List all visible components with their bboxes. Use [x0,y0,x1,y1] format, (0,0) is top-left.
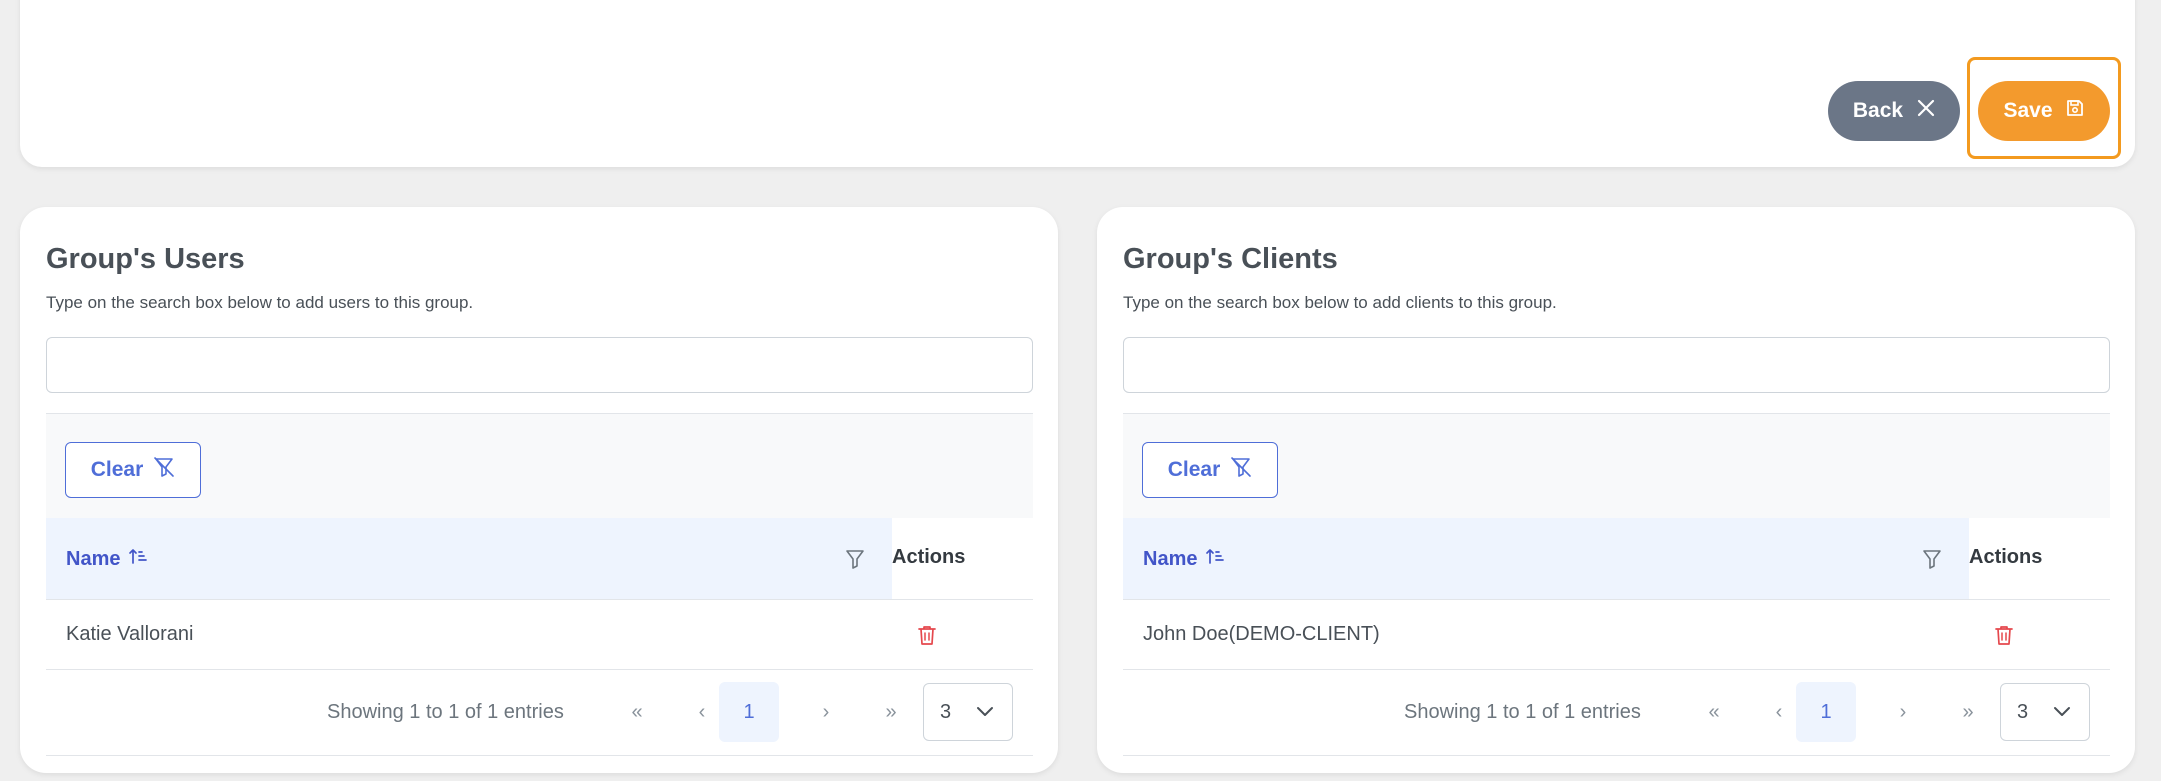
clear-button-label: Clear [90,458,144,481]
back-button[interactable]: Back [1828,81,1960,141]
close-icon [1917,99,1935,123]
row-name-cell: John Doe(DEMO-CLIENT) [1143,623,1380,645]
sort-amount-up-icon [128,546,148,572]
clear-filters-button[interactable]: Clear [65,442,201,498]
last-page-button[interactable]: » [871,692,911,732]
next-page-button[interactable]: › [806,692,846,732]
back-button-label: Back [1852,99,1904,122]
column-name-label: Name [1143,547,1198,570]
filter-slash-icon [153,456,175,484]
sort-amount-up-icon [1205,546,1225,572]
form-card [20,0,2135,167]
column-header-name[interactable]: Name [1123,518,1969,599]
rows-per-page-value: 3 [2017,700,2029,723]
filter-icon[interactable] [840,544,870,574]
rows-per-page-select[interactable]: 3 [923,683,1013,741]
paginator: Showing 1 to 1 of 1 entries « ‹ 1 › » 3 [1123,670,2110,756]
prev-page-button[interactable]: ‹ [1759,692,1799,732]
filter-icon[interactable] [1917,544,1947,574]
sort-by-name[interactable]: Name [66,546,148,572]
table-row: Katie Vallorani [46,600,1033,670]
group-clients-panel: Group's Clients Type on the search box b… [1097,207,2135,773]
clients-search-input[interactable] [1123,337,2110,393]
column-name-label: Name [66,547,121,570]
save-button-label: Save [2003,99,2053,122]
users-search-input[interactable] [46,337,1033,393]
first-page-button[interactable]: « [1694,692,1734,732]
save-button[interactable]: Save [1978,81,2110,141]
column-header-actions: Actions [1969,546,2043,568]
paginator-summary: Showing 1 to 1 of 1 entries [327,701,564,723]
trash-icon[interactable] [1989,620,2019,650]
table-toolbar: Clear [1123,413,2110,518]
table-toolbar: Clear [46,413,1033,518]
sort-by-name[interactable]: Name [1143,546,1225,572]
last-page-button[interactable]: » [1948,692,1988,732]
chevron-down-icon [2053,701,2071,724]
clear-filters-button[interactable]: Clear [1142,442,1278,498]
rows-per-page-value: 3 [940,700,952,723]
row-name-cell: Katie Vallorani [66,623,194,645]
panel-description: Type on the search box below to add user… [46,293,474,312]
column-header-actions: Actions [892,546,966,568]
table-row: John Doe(DEMO-CLIENT) [1123,600,2110,670]
panel-title: Group's Users [46,243,245,275]
clear-button-label: Clear [1167,458,1221,481]
first-page-button[interactable]: « [617,692,657,732]
table-header: Name Actions [1123,518,2110,600]
prev-page-button[interactable]: ‹ [682,692,722,732]
filter-slash-icon [1230,456,1252,484]
rows-per-page-select[interactable]: 3 [2000,683,2090,741]
paginator-summary: Showing 1 to 1 of 1 entries [1404,701,1641,723]
group-users-panel: Group's Users Type on the search box bel… [20,207,1058,773]
page-1-button[interactable]: 1 [1796,682,1856,742]
trash-icon[interactable] [912,620,942,650]
paginator: Showing 1 to 1 of 1 entries « ‹ 1 › » 3 [46,670,1033,756]
column-header-name[interactable]: Name [46,518,892,599]
chevron-down-icon [976,701,994,724]
panel-description: Type on the search box below to add clie… [1123,293,1557,312]
panel-title: Group's Clients [1123,243,1338,275]
page-1-button[interactable]: 1 [719,682,779,742]
table-header: Name Actions [46,518,1033,600]
save-icon [2065,98,2085,124]
next-page-button[interactable]: › [1883,692,1923,732]
